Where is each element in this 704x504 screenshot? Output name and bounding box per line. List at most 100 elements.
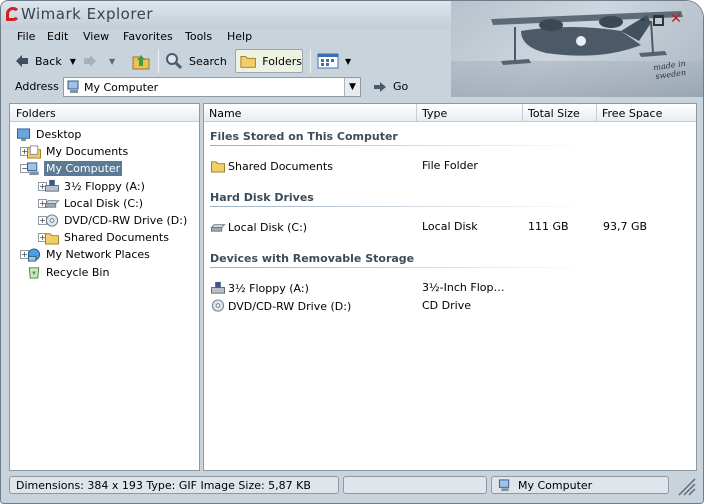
computer-icon: [498, 478, 510, 491]
item-name: Local Disk (C:): [228, 220, 308, 234]
network-places-icon: [26, 248, 44, 262]
go-label: Go: [393, 80, 409, 93]
tree-item[interactable]: DVD/CD-RW Drive (D:): [44, 212, 189, 229]
tree-item[interactable]: Desktop: [16, 126, 83, 143]
search-label: Search: [189, 54, 227, 68]
cd-drive-icon: [210, 299, 228, 313]
tree-item-label: Local Disk (C:): [64, 196, 144, 210]
desktop-icon: [16, 127, 34, 142]
list-item[interactable]: Shared Documents: [210, 158, 333, 174]
item-free-space: 93,7 GB: [603, 220, 648, 233]
status-location-label: My Computer: [518, 478, 593, 492]
address-dropdown-icon[interactable]: ▼: [344, 78, 360, 96]
computer-icon: [26, 162, 44, 176]
menu-view[interactable]: View: [83, 30, 109, 43]
views-button[interactable]: ▼: [317, 49, 351, 73]
address-value: My Computer: [84, 80, 159, 94]
item-name: DVD/CD-RW Drive (D:): [228, 299, 352, 313]
item-total-size: 111 GB: [528, 220, 569, 233]
forward-arrow-icon: [84, 55, 96, 67]
tree-item[interactable]: My Network Places: [26, 246, 152, 263]
tree-item[interactable]: My Computer: [26, 160, 123, 177]
list-item[interactable]: DVD/CD-RW Drive (D:): [210, 298, 351, 314]
hard-disk-icon: [44, 196, 62, 210]
explorer-window: Wimark Explorer made in sweden – ✕ File …: [0, 0, 704, 504]
my-documents-icon: [26, 145, 44, 159]
computer-icon: [67, 80, 79, 93]
address-field[interactable]: My Computer ▼: [63, 77, 361, 97]
tree-item-label: My Computer: [44, 161, 123, 177]
back-label: Back: [35, 54, 62, 68]
window-title: Wimark Explorer: [21, 5, 154, 23]
column-name[interactable]: Name: [204, 104, 417, 122]
cd-drive-icon: [44, 213, 62, 228]
column-type[interactable]: Type: [417, 104, 523, 122]
recycle-bin-icon: [26, 265, 44, 279]
back-dropdown-icon[interactable]: ▼: [70, 57, 76, 66]
item-type: File Folder: [422, 159, 478, 172]
views-icon: [317, 53, 339, 69]
group-divider: [210, 206, 590, 207]
up-folder-button[interactable]: [131, 49, 151, 73]
tree-item-label: Desktop: [36, 128, 82, 141]
list-item[interactable]: 3½ Floppy (A:): [210, 280, 309, 296]
menu-help[interactable]: Help: [227, 30, 252, 43]
back-arrow-icon: [16, 55, 28, 67]
floppy-drive-icon: [210, 281, 228, 295]
group-divider: [210, 145, 590, 146]
contents-pane: Name Type Total Size Free Space Files St…: [203, 103, 697, 471]
status-location: My Computer: [491, 476, 669, 494]
views-dropdown-icon[interactable]: ▼: [345, 57, 351, 66]
tree-item-label: 3½ Floppy (A:): [64, 179, 145, 193]
column-free-space[interactable]: Free Space: [597, 104, 696, 122]
minimize-button[interactable]: –: [637, 13, 649, 25]
item-type: 3½-Inch Flop…: [422, 281, 505, 294]
menu-favorites[interactable]: Favorites: [123, 30, 173, 43]
menu-edit[interactable]: Edit: [47, 30, 68, 43]
item-type: CD Drive: [422, 299, 471, 312]
list-item[interactable]: Local Disk (C:): [210, 219, 307, 235]
folders-pane-header: Folders: [10, 104, 199, 122]
go-arrow-icon: [374, 81, 386, 92]
item-name: Shared Documents: [228, 159, 333, 173]
forward-button[interactable]: ▼: [83, 49, 115, 73]
folders-icon: [240, 56, 256, 68]
hard-disk-icon: [210, 220, 228, 234]
folder-icon: [44, 231, 62, 245]
tree-item[interactable]: 3½ Floppy (A:): [44, 178, 147, 195]
up-folder-icon: [132, 55, 150, 70]
tree-item[interactable]: My Documents: [26, 143, 130, 160]
resize-grip-icon[interactable]: [677, 477, 697, 497]
group-divider: [210, 267, 590, 268]
tree-item[interactable]: Shared Documents: [44, 229, 171, 246]
toolbar-separator: [310, 49, 311, 73]
folders-pane: Folders Desktop + My Documents − My Computer…: [9, 103, 200, 471]
floppy-drive-icon: [44, 179, 62, 193]
tree-item-label: My Network Places: [46, 248, 150, 262]
app-logo-icon: [6, 7, 20, 21]
group-title: Files Stored on This Computer: [210, 130, 398, 143]
folders-label: Folders: [262, 54, 302, 68]
search-button[interactable]: Search: [165, 49, 227, 73]
status-info: Dimensions: 384 x 193 Type: GIF Image Si…: [9, 476, 339, 494]
address-label: Address: [15, 80, 59, 93]
group-title: Hard Disk Drives: [210, 191, 314, 204]
go-button[interactable]: Go: [373, 80, 408, 93]
forward-dropdown-icon[interactable]: ▼: [109, 57, 115, 66]
menu-file[interactable]: File: [17, 30, 35, 43]
column-total-size[interactable]: Total Size: [523, 104, 597, 122]
back-button[interactable]: Back ▼: [15, 49, 76, 73]
tree-item-label: My Documents: [46, 145, 129, 159]
folders-button[interactable]: Folders: [235, 49, 303, 73]
tree-item-label: Recycle Bin: [46, 265, 110, 279]
toolbar-separator: [158, 49, 159, 73]
item-type: Local Disk: [422, 220, 478, 233]
tree-item[interactable]: Recycle Bin: [26, 264, 111, 281]
close-button[interactable]: ✕: [670, 12, 682, 26]
tree-item[interactable]: Local Disk (C:): [44, 195, 145, 212]
menu-tools[interactable]: Tools: [185, 30, 212, 43]
maximize-button[interactable]: [653, 15, 664, 26]
status-middle: [343, 476, 487, 494]
tree-item-label: Shared Documents: [64, 231, 169, 245]
tree-item-label: DVD/CD-RW Drive (D:): [64, 214, 188, 227]
